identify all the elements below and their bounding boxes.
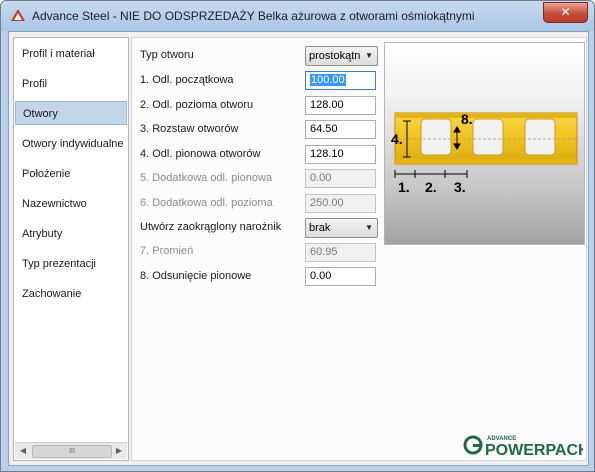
start-distance-input[interactable]: 100.00 <box>305 71 376 90</box>
dialog-body: Profil i materiał Profil Otwory Otwory i… <box>8 31 589 466</box>
sidebar-item-attributes[interactable]: Atrybuty <box>15 222 127 246</box>
hole-spacing-input[interactable]: 64.50 <box>305 120 376 139</box>
vertical-offset-label: 8. Odsunięcie pionowe <box>140 270 252 282</box>
radius-input: 60.95 <box>305 243 376 262</box>
rounded-corner-select[interactable]: brak ▼ <box>305 218 378 238</box>
hole-type-label: Typ otworu <box>140 49 194 61</box>
rounded-corner-label: Utwórz zaokrąglony narożnik <box>140 221 282 233</box>
window-title: Advance Steel - NIE DO ODSPRZEDAŻY Belka… <box>32 9 475 23</box>
sidebar-item-individual-holes[interactable]: Otwory indywidualne <box>15 132 127 156</box>
extra-horizontal-input: 250.00 <box>305 194 376 213</box>
hole-opening <box>472 118 504 156</box>
beam-diagram: 4. 8. 1. 2. 3. <box>391 111 579 195</box>
beam-bottom-flange <box>395 159 577 164</box>
app-logo-icon <box>11 9 25 21</box>
horizontal-distance-label: 2. Odl. pozioma otworu <box>140 99 254 111</box>
chevron-down-icon: ▼ <box>365 51 373 60</box>
title-bar[interactable]: Advance Steel - NIE DO ODSPRZEDAŻY Belka… <box>1 1 594 31</box>
dim-label-1: 1. <box>398 179 410 195</box>
sidebar-item-profile-material[interactable]: Profil i materiał <box>15 42 127 66</box>
hole-spacing-label: 3. Rozstaw otworów <box>140 123 239 135</box>
sidebar-item-profile[interactable]: Profil <box>15 72 127 96</box>
vertical-distance-input[interactable]: 128.10 <box>305 145 376 164</box>
beam-top-flange <box>395 113 577 118</box>
dim-label-3: 3. <box>454 179 466 195</box>
vertical-distance-label: 4. Odl. pionowa otworów <box>140 148 261 160</box>
sidebar-scrollbar[interactable]: ◀ III ▶ <box>15 442 127 459</box>
scroll-right-icon[interactable]: ▶ <box>111 443 127 459</box>
close-icon: ✕ <box>560 5 571 19</box>
hole-opening <box>524 118 556 156</box>
hole-type-select[interactable]: prostokątn ▼ <box>305 46 378 66</box>
rounded-corner-value: brak <box>309 222 331 234</box>
sidebar-item-position[interactable]: Położenie <box>15 162 127 186</box>
horizontal-distance-input[interactable]: 128.00 <box>305 96 376 115</box>
scroll-left-icon[interactable]: ◀ <box>15 443 31 459</box>
extra-vertical-input: 0.00 <box>305 169 376 188</box>
hole-openings <box>420 118 556 156</box>
advance-powerpack-logo: ADVANCE POWERPACK <box>463 435 583 458</box>
scroll-thumb[interactable]: III <box>32 445 112 458</box>
radius-label: 7. Promień <box>140 245 194 257</box>
sidebar-item-display-type[interactable]: Typ prezentacji <box>15 252 127 276</box>
hole-opening <box>420 118 452 156</box>
dim-label-8: 8. <box>461 111 473 127</box>
sidebar-nav: Profil i materiał Profil Otwory Otwory i… <box>13 37 129 461</box>
dim-label-4: 4. <box>391 131 403 147</box>
dim-label-2: 2. <box>425 179 437 195</box>
chevron-down-icon: ▼ <box>365 223 373 232</box>
holes-panel: Typ otworu prostokątn ▼ 1. Odl. początko… <box>131 37 587 461</box>
vertical-offset-input[interactable]: 0.00 <box>305 267 376 286</box>
dialog-window: Advance Steel - NIE DO ODSPRZEDAŻY Belka… <box>0 0 595 472</box>
close-button[interactable]: ✕ <box>543 2 588 23</box>
logo-big-text: POWERPACK <box>485 442 583 458</box>
hole-type-value: prostokątn <box>309 50 361 62</box>
beam-preview: 4. 8. 1. 2. 3. <box>384 42 585 245</box>
sidebar-item-naming[interactable]: Nazewnictwo <box>15 192 127 216</box>
extra-vertical-label: 5. Dodatkowa odl. pionowa <box>140 172 273 184</box>
sidebar-item-behavior[interactable]: Zachowanie <box>15 282 127 306</box>
start-distance-label: 1. Odl. początkowa <box>140 74 234 86</box>
sidebar-item-holes[interactable]: Otwory <box>15 101 127 125</box>
extra-horizontal-label: 6. Dodatkowa odl. pozioma <box>140 197 273 209</box>
